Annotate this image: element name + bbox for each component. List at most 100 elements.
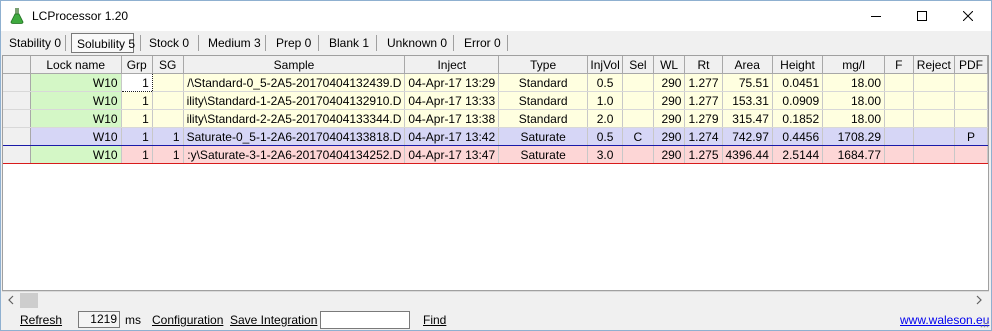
cell-lock-name[interactable]: W10: [30, 145, 122, 164]
column-header-injvol[interactable]: InjVol: [587, 56, 624, 74]
cell-sg[interactable]: [152, 73, 184, 92]
row-header[interactable]: [3, 127, 31, 146]
cell-lock-name[interactable]: W10: [30, 73, 122, 92]
cell-height[interactable]: 0.0451: [772, 73, 824, 92]
cell-reject[interactable]: [913, 73, 955, 92]
cell-area[interactable]: 315.47: [722, 109, 773, 128]
cell-reject[interactable]: [913, 127, 955, 146]
cell-pdf[interactable]: P: [954, 127, 988, 146]
cell-type[interactable]: Standard: [498, 109, 589, 128]
column-header-sel[interactable]: Sel: [622, 56, 654, 74]
column-header-lock-name[interactable]: Lock name: [30, 56, 122, 74]
cell-inject[interactable]: 04-Apr-17 13:29: [404, 73, 500, 92]
cell-rt[interactable]: 1.279: [684, 109, 723, 128]
cell-sample[interactable]: /\Standard-0_5-2A5-20170404132439.D: [183, 73, 406, 92]
cell-wl[interactable]: 290: [653, 127, 686, 146]
column-header-reject[interactable]: Reject: [913, 56, 955, 74]
tab-stability[interactable]: Stability 0: [4, 33, 66, 53]
cell-f[interactable]: [884, 91, 914, 110]
cell-sample[interactable]: ility\Standard-1-2A5-20170404132910.D: [183, 91, 406, 110]
scroll-left-icon[interactable]: [6, 295, 16, 305]
cell-type[interactable]: Saturate: [498, 145, 589, 164]
cell-inject[interactable]: 04-Apr-17 13:47: [404, 145, 500, 164]
column-header-height[interactable]: Height: [772, 56, 824, 74]
find-button[interactable]: Find: [423, 313, 446, 327]
cell-grp[interactable]: 1: [121, 109, 153, 128]
tab-prep[interactable]: Prep 0: [271, 33, 316, 53]
cell-reject[interactable]: [913, 109, 955, 128]
website-link[interactable]: www.waleson.eu: [900, 313, 989, 327]
resize-grip-icon[interactable]: [979, 318, 989, 328]
column-header-wl[interactable]: WL: [653, 56, 686, 74]
cell-rt[interactable]: 1.277: [684, 73, 723, 92]
cell-lock-name[interactable]: W10: [30, 109, 122, 128]
cell-grp[interactable]: 1: [120, 73, 153, 92]
maximize-button[interactable]: [899, 1, 945, 31]
cell-grp[interactable]: 1: [121, 127, 153, 146]
column-header-inject[interactable]: Inject: [404, 56, 500, 74]
cell-sel[interactable]: [622, 145, 654, 164]
table-row[interactable]: W10 1 /\Standard-0_5-2A5-20170404132439.…: [3, 73, 988, 92]
cell-injvol[interactable]: 0.5: [587, 73, 624, 92]
cell-type[interactable]: Saturate: [498, 127, 589, 146]
cell-lock-name[interactable]: W10: [30, 127, 122, 146]
cell-type[interactable]: Standard: [498, 73, 589, 92]
cell-height[interactable]: 0.4456: [772, 127, 824, 146]
column-header-mgl[interactable]: mg/l: [822, 56, 886, 74]
scroll-right-icon[interactable]: [974, 295, 984, 305]
close-button[interactable]: [945, 1, 991, 31]
cell-injvol[interactable]: 0.5: [587, 127, 624, 146]
cell-grp[interactable]: 1: [121, 91, 153, 110]
row-header[interactable]: [3, 91, 31, 110]
cell-wl[interactable]: 290: [653, 145, 686, 164]
cell-sg[interactable]: 1: [152, 145, 184, 164]
cell-sample[interactable]: :y\Saturate-3-1-2A6-20170404134252.D: [183, 145, 406, 164]
cell-mgl[interactable]: 1708.29: [822, 127, 886, 146]
tab-unknown[interactable]: Unknown 0: [382, 33, 452, 53]
cell-sel[interactable]: [622, 91, 654, 110]
column-header-type[interactable]: Type: [498, 56, 589, 74]
cell-sg[interactable]: 1: [152, 127, 184, 146]
cell-mgl[interactable]: 18.00: [822, 91, 886, 110]
cell-pdf[interactable]: [954, 109, 988, 128]
column-header-pdf[interactable]: PDF: [954, 56, 988, 74]
row-header[interactable]: [3, 109, 31, 128]
cell-sample[interactable]: ility\Standard-2-2A5-20170404133344.D: [183, 109, 406, 128]
column-header-grp[interactable]: Grp: [121, 56, 153, 74]
column-header-f[interactable]: F: [884, 56, 914, 74]
cell-inject[interactable]: 04-Apr-17 13:38: [404, 109, 500, 128]
column-header-area[interactable]: Area: [722, 56, 773, 74]
cell-sample[interactable]: Saturate-0_5-1-2A6-20170404133818.D: [183, 127, 406, 146]
cell-mgl[interactable]: 18.00: [822, 73, 886, 92]
tab-medium[interactable]: Medium 3: [203, 33, 266, 53]
cell-lock-name[interactable]: W10: [30, 91, 122, 110]
tab-stock[interactable]: Stock 0: [144, 33, 194, 53]
horizontal-scrollbar[interactable]: [2, 291, 989, 309]
table-row-selected[interactable]: W10 1 1 Saturate-0_5-1-2A6-2017040413381…: [3, 127, 988, 146]
configuration-button[interactable]: Configuration: [152, 313, 223, 327]
cell-rt[interactable]: 1.274: [684, 127, 723, 146]
refresh-interval-field[interactable]: 1219: [78, 311, 120, 328]
title-bar[interactable]: LCProcessor 1.20: [1, 1, 991, 31]
row-header[interactable]: [3, 145, 31, 164]
cell-type[interactable]: Standard: [498, 91, 589, 110]
table-row[interactable]: W10 1 ility\Standard-1-2A5-2017040413291…: [3, 91, 988, 110]
cell-injvol[interactable]: 1.0: [587, 91, 624, 110]
table-row[interactable]: W10 1 ility\Standard-2-2A5-2017040413334…: [3, 109, 988, 128]
cell-area[interactable]: 4396.44: [722, 145, 773, 164]
cell-grp[interactable]: 1: [121, 145, 153, 164]
cell-height[interactable]: 2.5144: [772, 145, 824, 164]
cell-sg[interactable]: [152, 109, 184, 128]
cell-pdf[interactable]: [954, 145, 988, 164]
cell-area[interactable]: 153.31: [722, 91, 773, 110]
results-grid[interactable]: Lock name Grp SG Sample Inject Type InjV…: [2, 55, 989, 291]
cell-wl[interactable]: 290: [653, 73, 686, 92]
cell-sel[interactable]: [622, 109, 654, 128]
table-row[interactable]: W10 1 1 :y\Saturate-3-1-2A6-201704041342…: [3, 145, 988, 164]
cell-area[interactable]: 742.97: [722, 127, 773, 146]
cell-injvol[interactable]: 3.0: [587, 145, 624, 164]
cell-mgl[interactable]: 1684.77: [822, 145, 886, 164]
cell-mgl[interactable]: 18.00: [822, 109, 886, 128]
cell-inject[interactable]: 04-Apr-17 13:33: [404, 91, 500, 110]
cell-wl[interactable]: 290: [653, 109, 686, 128]
